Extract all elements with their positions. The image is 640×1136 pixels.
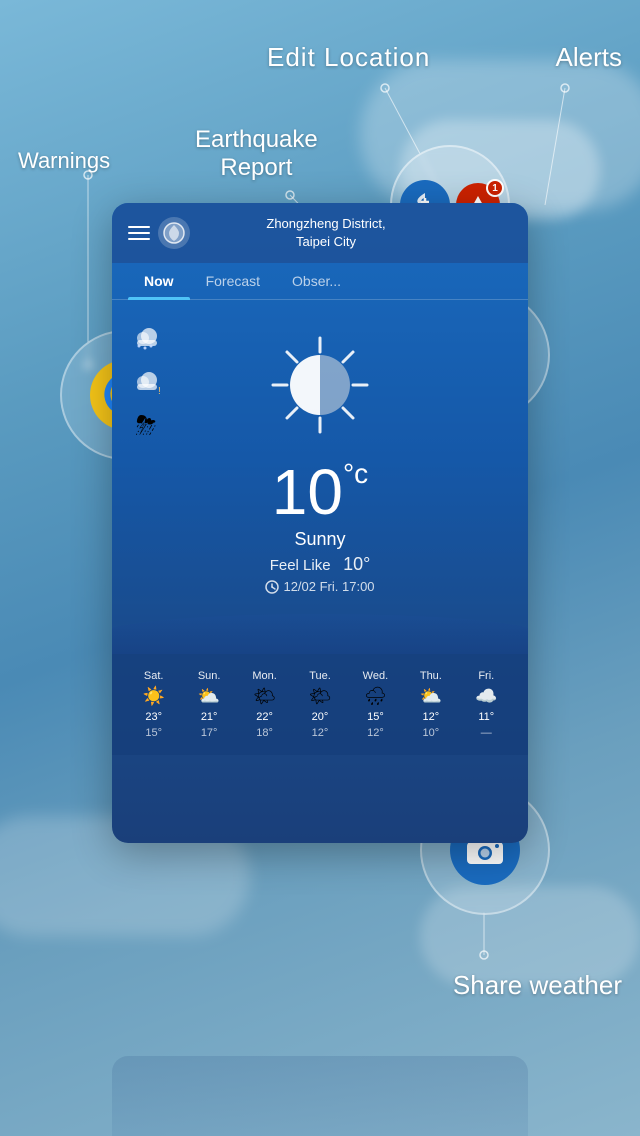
menu-button[interactable] [128, 226, 150, 240]
side-icon-3: ⛈ [128, 408, 164, 444]
forecast-grid: Sat. ☀️ 23° 15° Sun. ⛅ 21° 17° Mon. 🌤 22… [128, 670, 512, 739]
share-weather-label: Share weather [453, 970, 622, 1001]
weather-main-content: ! ⛈ [112, 300, 528, 614]
temperature-display: 10 °c [272, 450, 368, 529]
temperature-value: 10 [272, 460, 343, 524]
app-logo [158, 217, 190, 249]
forecast-day-wed: Wed. 🌧 15° 12° [350, 670, 401, 739]
alerts-label: Alerts [556, 42, 622, 73]
feel-like-text: Feel Like 10° [270, 554, 371, 575]
tab-observations[interactable]: Obser... [276, 263, 357, 299]
tab-forecast[interactable]: Forecast [190, 263, 276, 299]
forecast-day-thu: Thu. ⛅ 12° 10° [405, 670, 456, 739]
app-header: Zhongzheng District, Taipei City [112, 203, 528, 263]
forecast-day-fri: Fri. ☁️ 11° — [461, 670, 512, 739]
forecast-day-sun: Sun. ⛅ 21° 17° [183, 670, 234, 739]
weather-tabs: Now Forecast Obser... [112, 263, 528, 300]
side-weather-icons: ! ⛈ [128, 320, 164, 444]
weather-description: Sunny [294, 529, 345, 550]
forecast-day-tue: Tue. 🌤 20° 12° [294, 670, 345, 739]
svg-text:!: ! [158, 386, 161, 396]
location-line1: Zhongzheng District, [266, 215, 385, 233]
side-icon-1 [128, 320, 164, 356]
forecast-day-sat: Sat. ☀️ 23° 15° [128, 670, 179, 739]
side-icon-2: ! [128, 364, 164, 400]
edit-location-label: Edit Location [267, 42, 430, 73]
earthquake-report-label: EarthquakeReport [195, 126, 318, 182]
datetime-display: 12/02 Fri. 17:00 [265, 579, 374, 594]
horizon-arc [112, 614, 528, 654]
forecast-section: Sat. ☀️ 23° 15° Sun. ⛅ 21° 17° Mon. 🌤 22… [112, 654, 528, 755]
location-line2: Taipei City [266, 233, 385, 251]
temperature-unit: °c [343, 460, 368, 488]
forecast-day-mon: Mon. 🌤 22° 18° [239, 670, 290, 739]
tab-now[interactable]: Now [128, 263, 190, 299]
alert-count-badge: 1 [486, 179, 504, 197]
app-card-reflection [112, 1056, 528, 1136]
header-left [128, 217, 190, 249]
sun-weather-icon [265, 330, 375, 440]
warnings-label: Warnings [18, 148, 110, 174]
location-header: Zhongzheng District, Taipei City [266, 215, 385, 251]
weather-app-card: Zhongzheng District, Taipei City Now For… [112, 203, 528, 843]
